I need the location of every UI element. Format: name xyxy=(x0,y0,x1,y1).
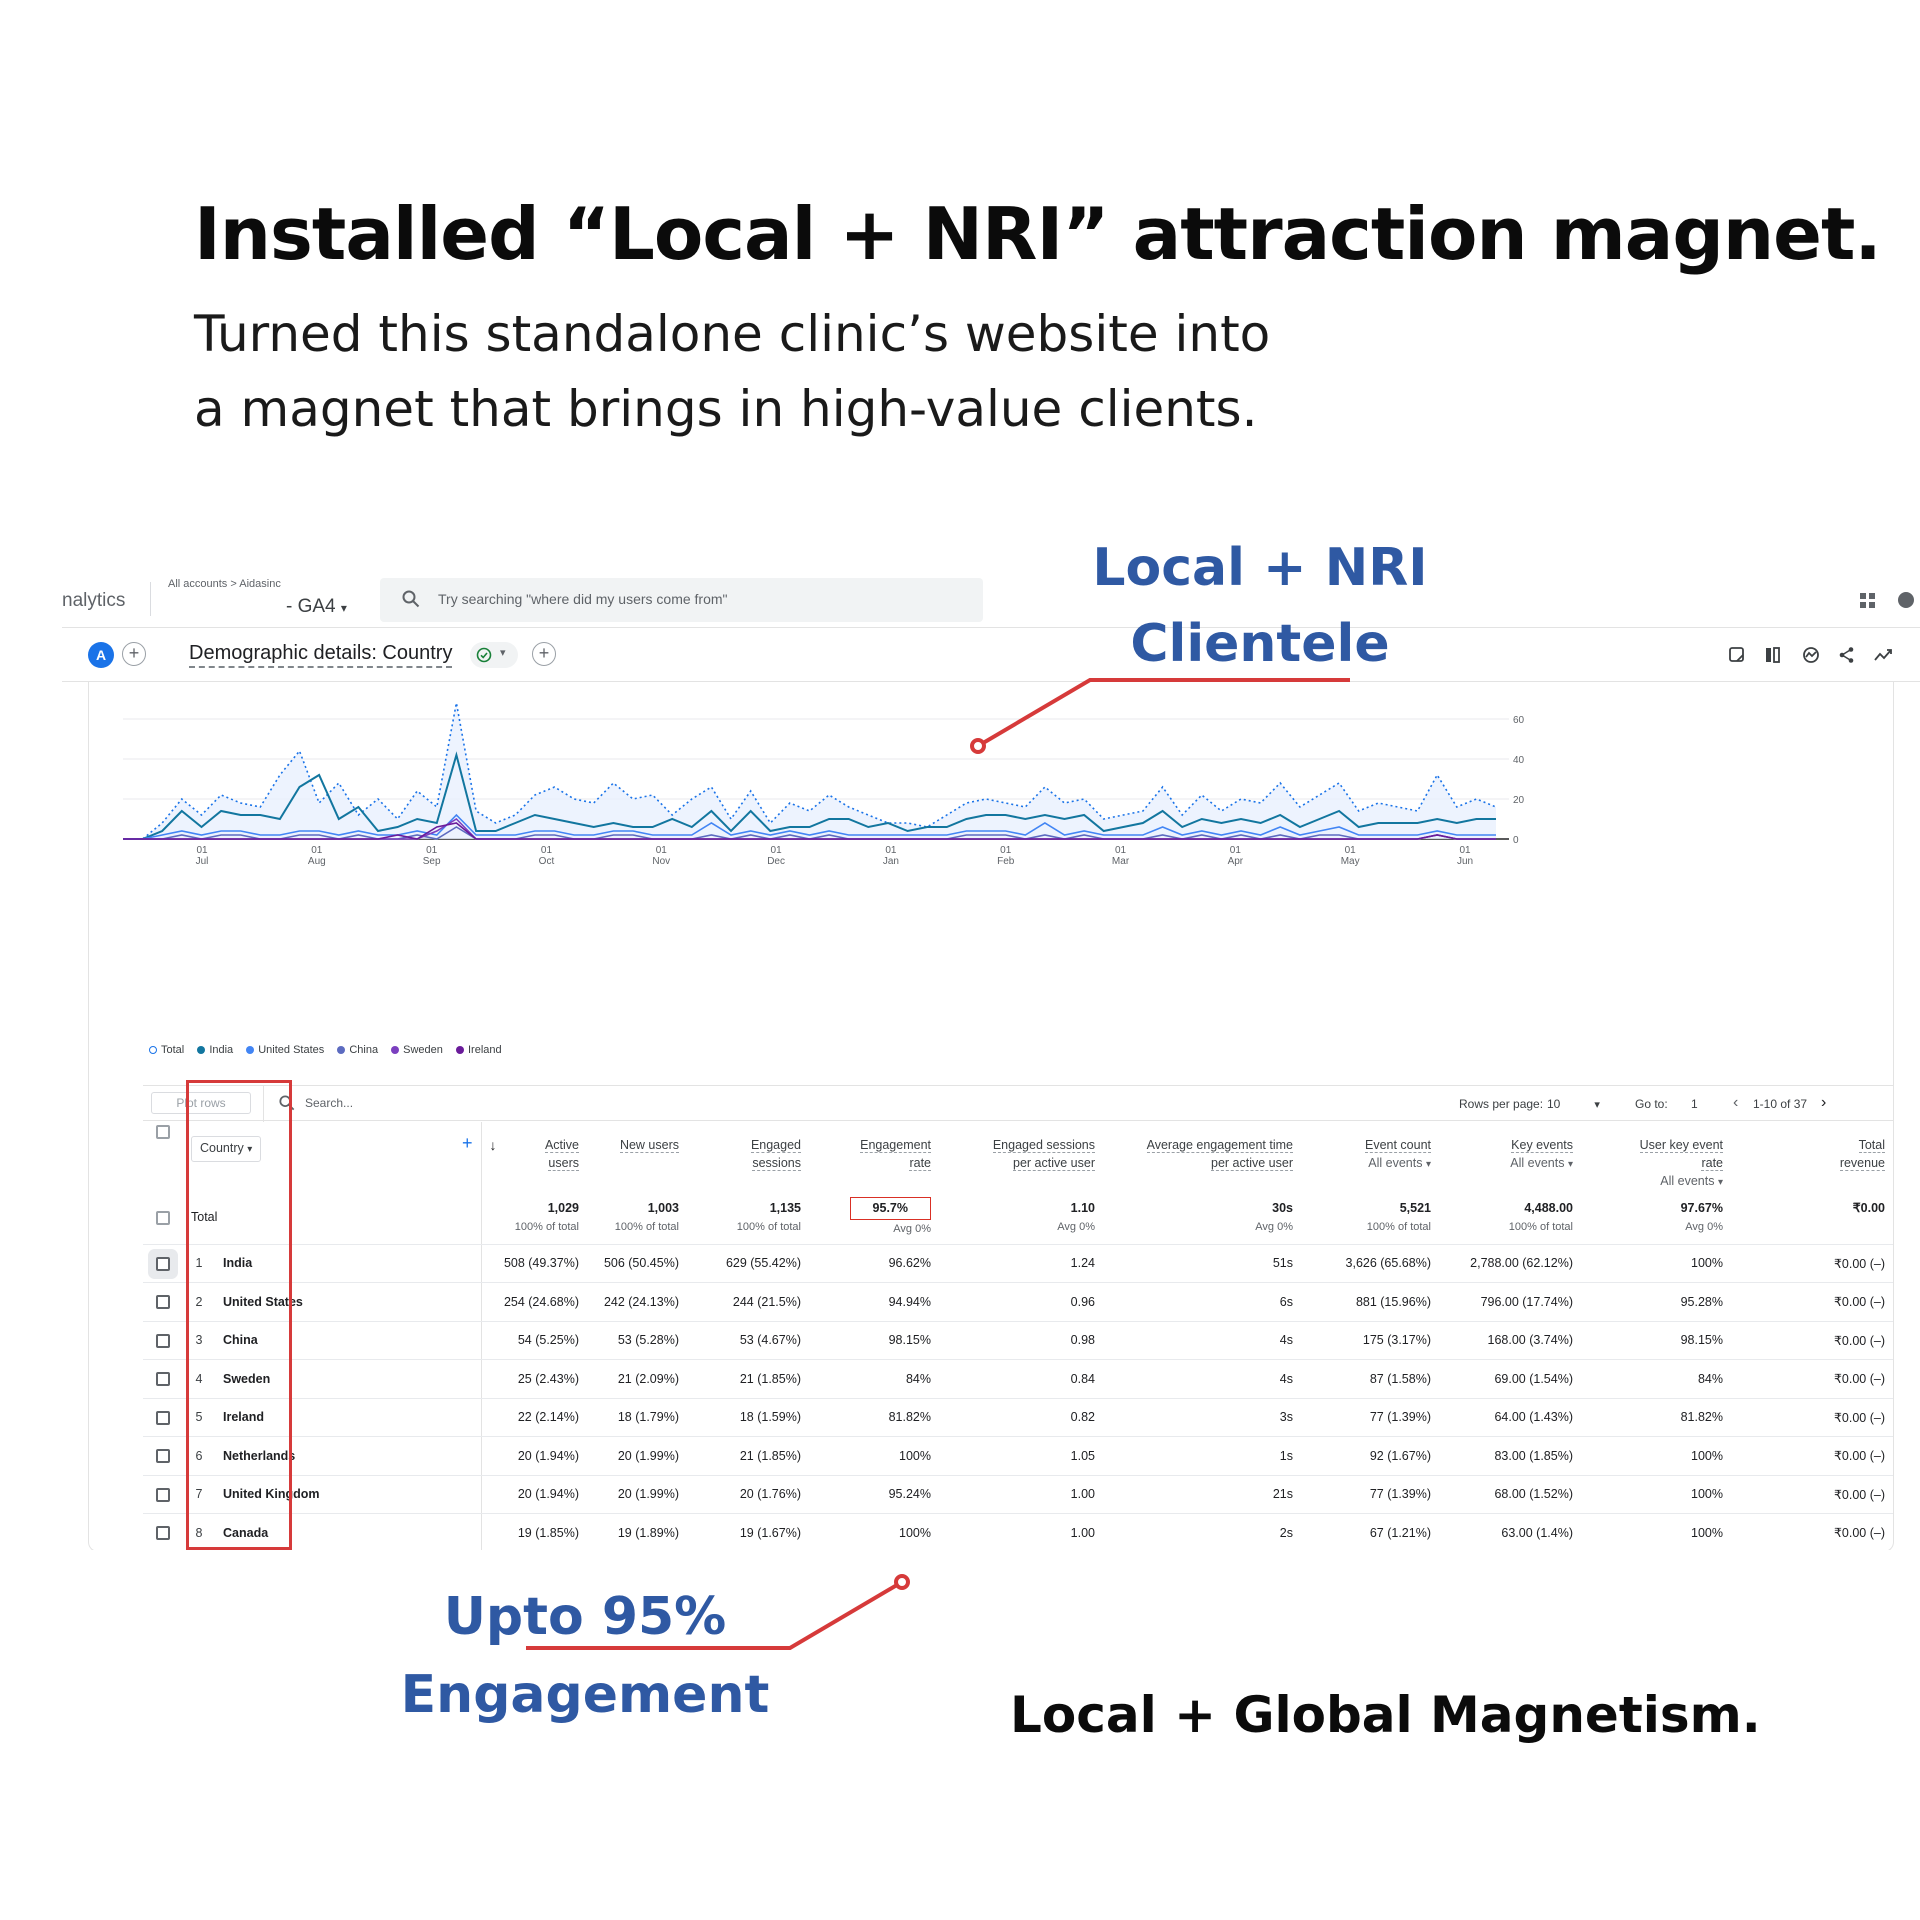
nri-pointer-dot xyxy=(970,738,986,754)
engagement-pointer-line xyxy=(526,1580,904,1650)
callout-pointers xyxy=(526,678,1350,1650)
engagement-pointer-dot xyxy=(894,1574,910,1590)
nri-pointer-line xyxy=(976,678,1350,748)
footer-tagline: Local + Global Magnetism. xyxy=(1010,1686,1761,1744)
